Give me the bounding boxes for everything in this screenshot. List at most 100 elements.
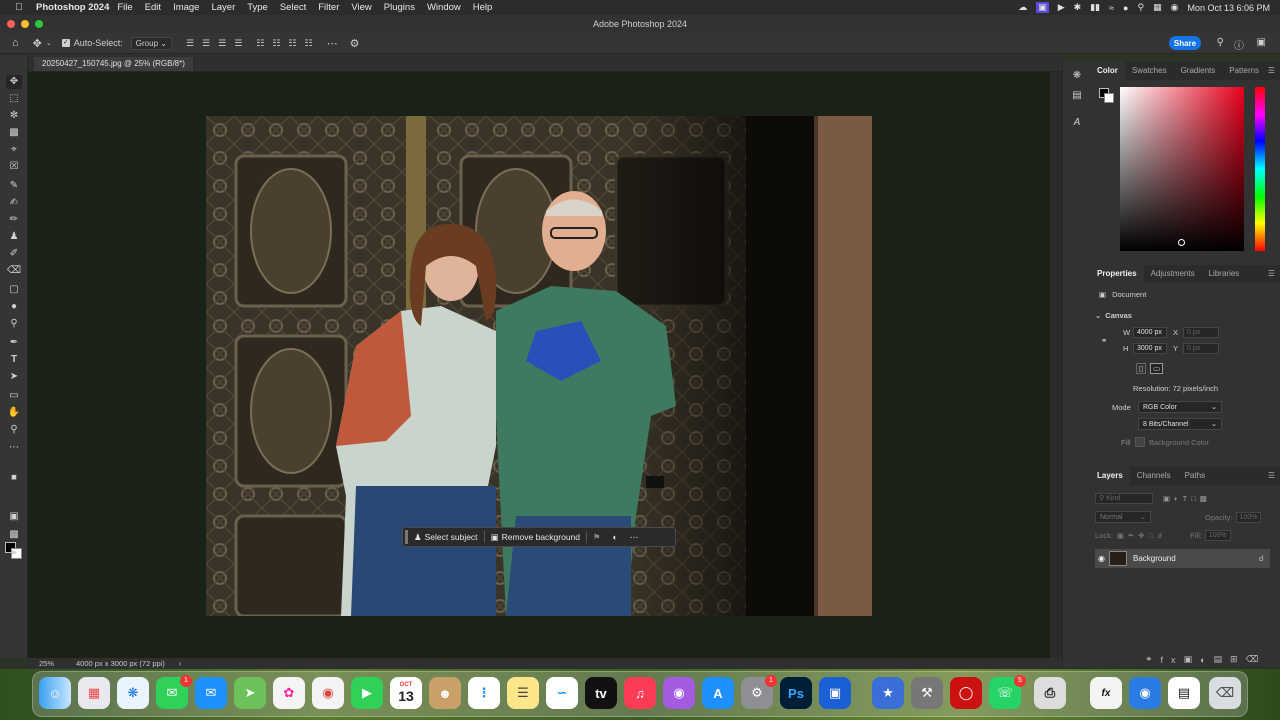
edit-toolbar-icon[interactable]: ⋯ (6, 441, 22, 455)
select-subject-button[interactable]: ♟ Select subject (408, 529, 484, 545)
zoom-level[interactable]: 25% (39, 659, 54, 668)
color-picker-handle[interactable] (1178, 239, 1185, 246)
support-app-icon[interactable]: ◯ (950, 677, 982, 709)
more-options-icon[interactable]: ⋯ (327, 37, 338, 50)
music-icon[interactable]: ♫ (624, 677, 656, 709)
tab-libraries[interactable]: Libraries (1202, 265, 1247, 283)
vertical-scrollbar[interactable] (1050, 72, 1062, 658)
maximize-window-button[interactable] (35, 20, 43, 28)
battery-icon[interactable]: ▮▮ (1090, 2, 1100, 13)
adjustment-layer-icon[interactable]: ◐ (1200, 655, 1213, 665)
layer-name[interactable]: Background (1133, 554, 1176, 563)
lasso-tool-icon[interactable]: ✼ (6, 109, 22, 123)
add-mask-icon[interactable]: ▣ (1184, 654, 1201, 665)
finder-icon[interactable]: ☺ (39, 677, 71, 709)
trash-icon[interactable]: ⌫ (1246, 654, 1267, 665)
menu-filter[interactable]: Filter (318, 2, 339, 13)
landscape-orientation-icon[interactable]: ▭ (1150, 363, 1164, 374)
play-icon[interactable]: ▶ (1058, 2, 1065, 13)
history-brush-tool-icon[interactable]: ✐ (6, 247, 22, 261)
tab-patterns[interactable]: Patterns (1222, 62, 1266, 80)
gradient-tool-icon[interactable]: ▢ (6, 283, 22, 297)
menu-window[interactable]: Window (427, 2, 461, 13)
photos-icon[interactable]: ✿ (273, 677, 305, 709)
calendar-icon[interactable]: OCT 13 (390, 677, 422, 709)
fx-icon[interactable]: fx (1161, 655, 1184, 665)
height-input[interactable]: 3000 px (1133, 343, 1167, 354)
minimize-window-button[interactable] (21, 20, 29, 28)
app-menu[interactable]: Photoshop 2024 (36, 2, 109, 13)
fill-swatch[interactable] (1135, 437, 1145, 447)
path-selection-tool-icon[interactable]: ➤ (6, 370, 22, 384)
align-left-edges-icon[interactable]: ☰ (186, 38, 194, 49)
canvas-section-header[interactable]: ⌄ Canvas (1095, 311, 1132, 320)
blur-tool-icon[interactable]: ● (6, 300, 22, 314)
object-selection-tool-icon[interactable]: ▩ (6, 126, 22, 140)
x-input[interactable]: 0 px (1183, 327, 1219, 338)
distribute-vertical-icon[interactable]: ☷ (305, 38, 313, 49)
hue-slider[interactable] (1255, 87, 1265, 251)
auto-select-dropdown[interactable]: Group ⌄ (130, 36, 172, 50)
align-vertical-centers-icon[interactable]: ☷ (272, 38, 280, 49)
close-window-button[interactable] (7, 20, 15, 28)
new-layer-icon[interactable]: ⊞ (1230, 654, 1246, 665)
align-top-edges-icon[interactable]: ☷ (256, 38, 264, 49)
network-utility-icon[interactable]: ★ (872, 677, 904, 709)
tab-gradients[interactable]: Gradients (1174, 62, 1223, 80)
screen-mode-icon[interactable]: ▩ (6, 528, 22, 542)
canvas-area[interactable]: ♟ Select subject ▣ Remove background ⚑ ◐… (28, 72, 1050, 658)
menu-edit[interactable]: Edit (145, 2, 161, 13)
chevron-right-icon[interactable]: › (179, 659, 182, 668)
menu-view[interactable]: View (351, 2, 371, 13)
layer-kind-filter[interactable]: ⚲ Kind (1095, 493, 1153, 504)
layer-background[interactable]: ◉ Background ☌ (1095, 549, 1270, 568)
remote-desktop-icon[interactable]: ▣ (819, 677, 851, 709)
distribute-icon[interactable]: ☰ (234, 38, 242, 49)
quick-mask-icon[interactable]: ▣ (6, 510, 22, 524)
tools-app-icon[interactable]: ⚒ (911, 677, 943, 709)
brush-tool-icon[interactable]: ✏ (6, 213, 22, 227)
lock-icons[interactable]: ▣✒✥□☌ (1117, 531, 1166, 540)
apple-menu-icon[interactable]:  (12, 2, 26, 13)
app-store-icon[interactable]: A (702, 677, 734, 709)
reminders-icon[interactable]: ⋮ (468, 677, 500, 709)
printer-icon[interactable]: ⎙ (1034, 677, 1066, 709)
align-bottom-edges-icon[interactable]: ☷ (288, 38, 296, 49)
remove-background-button[interactable]: ▣ Remove background (485, 529, 586, 545)
adjustment-icon[interactable]: ◐ (607, 529, 624, 545)
freeform-icon[interactable]: ∽ (546, 677, 578, 709)
clock[interactable]: Mon Oct 13 6:06 PM (1187, 3, 1270, 13)
screen-mirroring-icon[interactable]: ▣ (1036, 2, 1049, 13)
menu-layer[interactable]: Layer (211, 2, 235, 13)
podcasts-icon[interactable]: ◉ (663, 677, 695, 709)
align-horizontal-centers-icon[interactable]: ☰ (202, 38, 210, 49)
panel-menu-icon[interactable]: ☰ (1268, 66, 1275, 75)
search-icon[interactable]: ⚲ (1217, 37, 1224, 48)
more-icon[interactable]: ⋯ (624, 529, 645, 545)
type-tool-icon[interactable]: T (6, 353, 22, 367)
facetime-icon[interactable]: ▶ (351, 677, 383, 709)
menu-select[interactable]: Select (280, 2, 306, 13)
eraser-tool-icon[interactable]: ⌫ (6, 264, 22, 278)
photoshop-icon[interactable]: Ps (780, 677, 812, 709)
character-icon[interactable]: A (1069, 117, 1085, 131)
siri-icon[interactable]: ◉ (1171, 2, 1179, 13)
home-icon[interactable]: ⌂ (12, 37, 19, 49)
bluetooth-icon[interactable]: ✱ (1074, 2, 1082, 13)
mode-select[interactable]: RGB Color ⌄ (1138, 401, 1222, 413)
eyedropper-tool-icon[interactable]: ✎ (6, 179, 22, 193)
dodge-tool-icon[interactable]: ⚲ (6, 317, 22, 331)
tab-channels[interactable]: Channels (1130, 467, 1178, 485)
move-tool-preset-icon[interactable]: ✥ (33, 37, 42, 50)
tab-layers[interactable]: Layers (1090, 467, 1130, 485)
width-input[interactable]: 4000 px (1133, 327, 1167, 338)
tab-paths[interactable]: Paths (1178, 467, 1212, 485)
menu-plugins[interactable]: Plugins (384, 2, 415, 13)
link-layers-icon[interactable]: ⚭ (1145, 654, 1161, 665)
zoom-tool-icon[interactable]: ⚲ (6, 423, 22, 437)
launchpad-icon[interactable]: ▦ (78, 677, 110, 709)
layer-fill-input[interactable]: 100% (1204, 530, 1231, 541)
opacity-input[interactable]: 100% (1235, 511, 1262, 523)
tab-color[interactable]: Color (1090, 62, 1125, 80)
globe-icon[interactable]: ◉ (1129, 677, 1161, 709)
